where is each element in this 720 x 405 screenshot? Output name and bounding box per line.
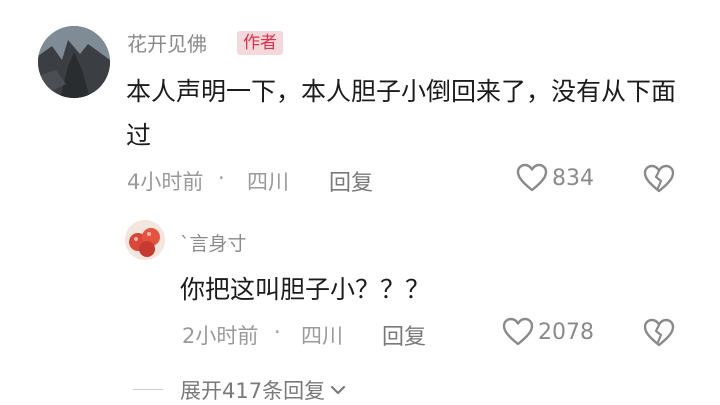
author-name[interactable]: 花开见佛	[127, 28, 207, 57]
reply-like-button[interactable]: 2078	[502, 317, 594, 347]
broken-heart-icon	[643, 318, 675, 347]
dislike-button[interactable]	[643, 164, 675, 198]
reply-time: 2小时前	[182, 324, 259, 348]
heart-outline-icon	[502, 317, 534, 346]
heart-outline-icon	[516, 163, 548, 192]
avatar-image	[38, 26, 110, 98]
chevron-down-icon	[330, 385, 346, 395]
expand-replies-label: 展开417条回复	[180, 379, 326, 403]
reply-dislike-button[interactable]	[643, 318, 675, 352]
reply-text: 你把这叫胆子小？？？	[180, 275, 431, 304]
broken-heart-icon	[643, 164, 675, 193]
meta-separator: ·	[274, 320, 281, 344]
author-avatar[interactable]	[38, 26, 110, 98]
like-button[interactable]: 834	[516, 163, 594, 193]
like-count: 834	[552, 165, 594, 191]
reply-avatar[interactable]	[125, 220, 165, 260]
avatar-image	[125, 220, 165, 260]
comment-location: 四川	[247, 170, 289, 194]
reply-like-count: 2078	[538, 319, 594, 345]
meta-separator: ·	[218, 166, 225, 190]
comment-time: 4小时前	[127, 170, 204, 194]
expand-replies-button[interactable]: 展开417条回复	[180, 375, 347, 405]
comment-text: 本人声明一下，本人胆子小倒回来了，没有从下面过	[126, 77, 677, 150]
author-badge: 作者	[237, 31, 283, 55]
reply-location: 四川	[301, 324, 343, 348]
reply-button[interactable]: 回复	[329, 165, 373, 197]
reply-author-name[interactable]: `言身寸	[180, 229, 247, 256]
expand-divider	[133, 389, 163, 390]
reply-reply-button[interactable]: 回复	[382, 319, 426, 351]
